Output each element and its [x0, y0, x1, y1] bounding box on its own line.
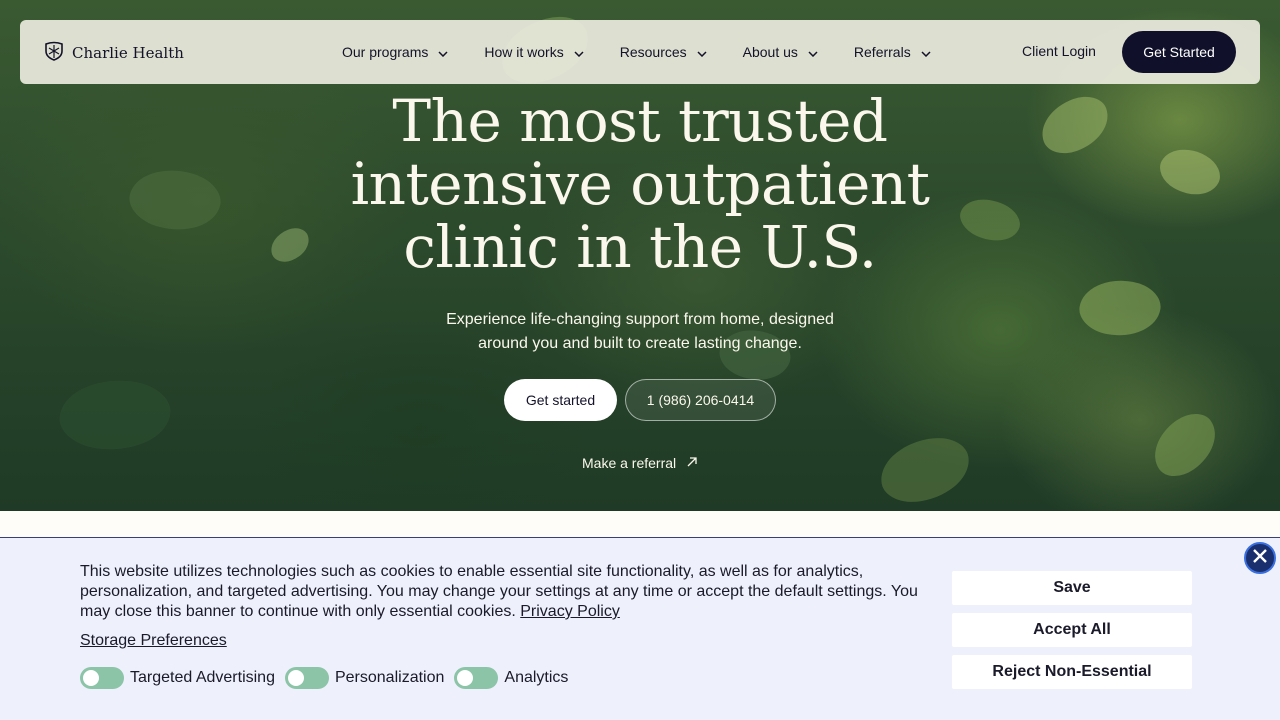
nav-get-started-button[interactable]: Get Started — [1122, 31, 1236, 73]
save-button[interactable]: Save — [952, 571, 1192, 605]
referral-link-label: Make a referral — [582, 455, 677, 471]
toggle-analytics: Analytics — [454, 667, 568, 689]
reject-non-essential-button[interactable]: Reject Non-Essential — [952, 655, 1192, 689]
chevron-down-icon — [438, 44, 448, 60]
phone-button[interactable]: 1 (986) 206-0414 — [625, 379, 776, 421]
brand-name: Charlie Health — [72, 44, 184, 62]
hero-headline: The most trusted intensive outpatient cl… — [240, 90, 1040, 279]
headline-line: The most trusted — [392, 87, 888, 155]
toggle-targeted-advertising: Targeted Advertising — [80, 667, 275, 689]
accept-all-button[interactable]: Accept All — [952, 613, 1192, 647]
nav-item-label: Our programs — [342, 44, 429, 60]
nav-item-label: About us — [742, 44, 798, 60]
analytics-toggle[interactable] — [454, 667, 499, 689]
get-started-button[interactable]: Get started — [504, 379, 617, 421]
storage-preferences-link[interactable]: Storage Preferences — [80, 632, 227, 650]
close-banner-button[interactable] — [1244, 542, 1276, 574]
nav-item-resources[interactable]: Resources — [620, 44, 707, 60]
nav-item-label: Referrals — [853, 44, 911, 60]
brand-logo-link[interactable]: Charlie Health — [44, 41, 184, 65]
targeted-advertising-toggle[interactable] — [80, 667, 124, 689]
cookie-banner-text: This website utilizes technologies such … — [80, 562, 930, 622]
make-referral-link[interactable]: Make a referral — [582, 455, 698, 471]
nav-item-our-programs[interactable]: Our programs — [342, 44, 448, 60]
hero-foliage-background — [1153, 137, 1227, 207]
headline-line: intensive outpatient — [350, 150, 930, 218]
hero-foliage-background — [875, 432, 975, 508]
toggle-personalization: Personalization — [284, 667, 445, 689]
hero-subhead: Experience life-changing support from ho… — [446, 311, 834, 352]
cookie-description: This website utilizes technologies such … — [80, 563, 918, 620]
privacy-policy-link[interactable]: Privacy Policy — [520, 603, 620, 620]
cookie-banner: This website utilizes technologies such … — [0, 537, 1280, 720]
hero-foliage-background — [1033, 89, 1117, 161]
top-navigation: Charlie Health Our programs How it works… — [20, 20, 1260, 84]
nav-item-referrals[interactable]: Referrals — [854, 44, 931, 60]
nav-item-about-us[interactable]: About us — [743, 44, 818, 60]
chevron-down-icon — [697, 44, 707, 60]
close-icon — [1252, 548, 1268, 568]
toggle-label: Personalization — [334, 669, 445, 686]
nav-menu: Our programs How it works Resources Abou… — [342, 20, 967, 84]
personalization-toggle[interactable] — [284, 667, 329, 689]
hero-foliage-background — [123, 159, 227, 241]
chevron-down-icon — [574, 44, 584, 60]
nav-item-how-it-works[interactable]: How it works — [484, 44, 584, 60]
nav-item-label: Resources — [619, 44, 687, 60]
hero-foliage-background — [1141, 404, 1229, 486]
hero-foliage-background — [57, 375, 173, 455]
chevron-down-icon — [921, 44, 931, 60]
toggle-label: Targeted Advertising — [130, 669, 275, 686]
chevron-down-icon — [808, 44, 818, 60]
arrow-up-right-icon — [686, 455, 698, 471]
nav-item-label: How it works — [484, 44, 564, 60]
headline-line: clinic in the U.S. — [403, 213, 877, 281]
hero-foliage-background — [1075, 273, 1165, 343]
consent-toggles: Targeted Advertising Personalization Ana… — [80, 667, 578, 689]
client-login-link[interactable]: Client Login — [1022, 43, 1096, 59]
shield-logo-icon — [44, 41, 64, 65]
toggle-label: Analytics — [504, 669, 569, 686]
